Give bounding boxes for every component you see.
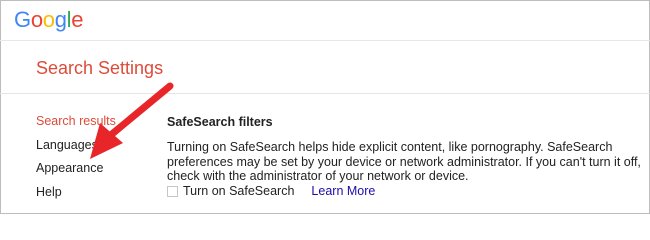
annotation-arrow-icon (90, 82, 174, 159)
